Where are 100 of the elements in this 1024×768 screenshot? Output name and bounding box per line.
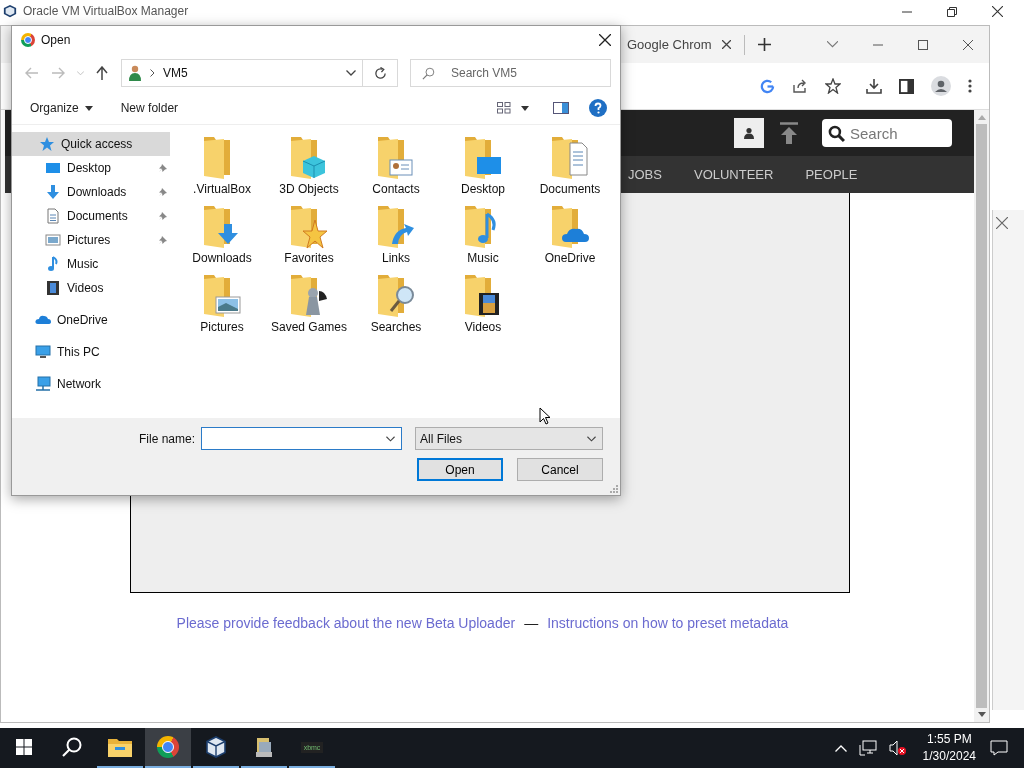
help-icon[interactable]: [589, 99, 607, 117]
monitor-icon: [35, 344, 51, 360]
clock-date: 1/30/2024: [922, 748, 976, 765]
folder-icon: [108, 737, 132, 757]
sidebar-item[interactable]: Quick access: [12, 132, 170, 156]
clock[interactable]: 1:55 PM 1/30/2024: [922, 728, 976, 768]
chevron-down-icon[interactable]: [386, 435, 395, 442]
folder-icon: [463, 135, 503, 181]
folder-icon: [376, 204, 416, 250]
film-icon: [45, 280, 61, 296]
close-icon[interactable]: [992, 6, 1003, 17]
feedback-link[interactable]: Please provide feedback about the new Beta Uploader: [176, 615, 516, 631]
scroll-thumb[interactable]: [976, 124, 987, 708]
command-button[interactable]: New folder: [120, 101, 179, 115]
scrollbar[interactable]: [974, 110, 989, 722]
download-icon: [45, 184, 61, 200]
notification-icon[interactable]: [990, 740, 1008, 756]
picture-icon: [45, 232, 61, 248]
folder-icon: [550, 135, 590, 181]
file-type-dropdown[interactable]: All Files: [415, 427, 603, 450]
speaker-muted-icon[interactable]: [888, 740, 907, 756]
window-title: Oracle VM VirtualBox Manager: [23, 4, 189, 18]
folder-item[interactable]: OneDrive: [528, 204, 612, 273]
cursor-icon: [539, 407, 551, 425]
google-icon[interactable]: [760, 78, 775, 94]
view-icon[interactable]: [497, 102, 511, 114]
folder-item[interactable]: Music: [441, 204, 525, 273]
clock-time: 1:55 PM: [926, 731, 972, 748]
resize-grip-icon[interactable]: [610, 485, 618, 493]
chevron-up-icon[interactable]: [834, 744, 847, 752]
folder-item[interactable]: .VirtualBox: [180, 135, 264, 204]
sidebar-item[interactable]: Downloads: [12, 180, 170, 204]
close-icon[interactable]: [963, 39, 973, 50]
scroll-down-icon[interactable]: [977, 712, 986, 717]
new-tab-icon[interactable]: [757, 38, 771, 51]
chrome-logo-icon: [157, 736, 179, 758]
upload-icon[interactable]: [779, 122, 799, 144]
folder-item[interactable]: Searches: [354, 273, 438, 342]
nav-link[interactable]: PEOPLE: [805, 167, 858, 182]
maximize-icon[interactable]: [918, 39, 928, 50]
folder-icon: [376, 135, 416, 181]
folder-item[interactable]: Saved Games: [267, 273, 351, 342]
up-arrow-icon[interactable]: [96, 66, 108, 80]
star-icon: [39, 136, 55, 152]
document-icon: [45, 208, 61, 224]
chrome-logo-icon: [21, 33, 35, 47]
folder-item[interactable]: 3D Objects: [267, 135, 351, 204]
folder-item[interactable]: Desktop: [441, 135, 525, 204]
browser-tab[interactable]: Google Chrom: [627, 34, 745, 55]
taskbar-button[interactable]: [145, 728, 191, 768]
folder-icon: [289, 204, 329, 250]
refresh-button[interactable]: [363, 59, 398, 87]
folder-item[interactable]: Pictures: [180, 273, 264, 342]
download-icon[interactable]: [866, 78, 882, 94]
folder-item[interactable]: Documents: [528, 135, 612, 204]
sidebar-item[interactable]: Music: [12, 252, 170, 276]
search-icon: [422, 67, 435, 80]
user-folder-icon: [128, 65, 142, 81]
chevron-right-icon: [150, 69, 155, 77]
close-icon[interactable]: [721, 40, 731, 49]
instructions-link[interactable]: Instructions on how to preset metadata: [547, 615, 789, 631]
open-button[interactable]: Open: [417, 458, 503, 481]
command-button[interactable]: Organize: [30, 101, 93, 115]
sidebar-item[interactable]: This PC: [12, 340, 170, 364]
folder-item[interactable]: Favorites: [267, 204, 351, 273]
nav-link[interactable]: JOBS: [628, 167, 662, 182]
preview-pane-icon[interactable]: [553, 102, 569, 114]
nav-link[interactable]: VOLUNTEER: [693, 167, 774, 182]
cancel-button[interactable]: Cancel: [517, 458, 603, 481]
sidebar-item[interactable]: Documents: [12, 204, 170, 228]
more-icon[interactable]: [968, 78, 972, 94]
search-field[interactable]: Search: [822, 119, 952, 147]
sidebar-item[interactable]: Videos: [12, 276, 170, 300]
cube-icon: [3, 4, 17, 18]
search-field[interactable]: Search VM5: [410, 59, 611, 87]
network-icon[interactable]: [858, 740, 877, 756]
side-panel-icon[interactable]: [899, 78, 914, 94]
sidebar-item[interactable]: OneDrive: [12, 308, 170, 332]
address-bar[interactable]: VM5: [121, 59, 363, 87]
person-icon: [743, 127, 755, 139]
folder-icon: [376, 273, 416, 319]
folder-icon: [289, 273, 329, 319]
share-icon[interactable]: [792, 78, 808, 94]
account-button[interactable]: [734, 118, 764, 148]
file-name-label: File name:: [138, 431, 195, 446]
file-name-field[interactable]: [201, 427, 402, 450]
star-icon[interactable]: [825, 78, 841, 94]
chevron-down-icon[interactable]: [346, 70, 356, 76]
sidebar-item[interactable]: Network: [12, 372, 170, 396]
windows-logo-icon: [16, 739, 32, 755]
sidebar-item[interactable]: Desktop: [12, 156, 170, 180]
close-icon[interactable]: [599, 34, 611, 46]
folder-item[interactable]: Videos: [441, 273, 525, 342]
folder-item[interactable]: Contacts: [354, 135, 438, 204]
folder-item[interactable]: Downloads: [180, 204, 264, 273]
folder-item[interactable]: Links: [354, 204, 438, 273]
cube-icon: [206, 736, 226, 758]
restore-icon[interactable]: [947, 6, 957, 17]
profile-icon[interactable]: [931, 76, 951, 96]
sidebar-item[interactable]: Pictures: [12, 228, 170, 252]
